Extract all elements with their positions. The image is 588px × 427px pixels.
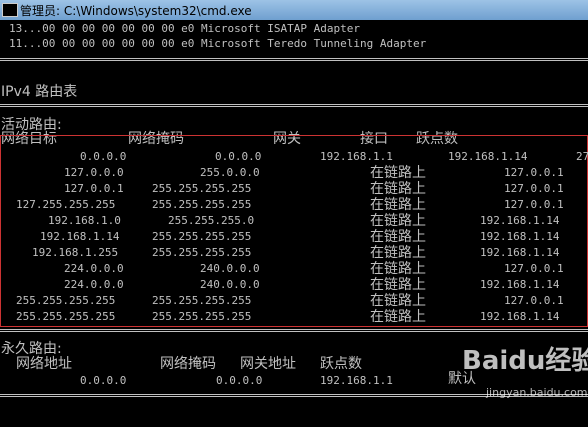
route-interface: 127.0.0.1 xyxy=(504,262,564,275)
route-interface: 192.168.1.14 xyxy=(480,278,560,291)
route-interface: 127.0.0.1 xyxy=(504,294,564,307)
separator xyxy=(0,104,588,107)
route-dest: 0.0.0.0 xyxy=(80,150,127,163)
route-mask: 255.255.255.255 xyxy=(152,230,252,243)
route-mask: 255.255.255.255 xyxy=(152,182,252,195)
route-interface: 192.168.1.14 xyxy=(480,310,560,323)
route-interface: 127.0.0.1 xyxy=(504,166,564,179)
route-dest: 224.0.0.0 xyxy=(64,278,124,291)
baidu-jingyan-logo: Baidu经验 xyxy=(462,346,588,376)
route-interface: 192.168.1.14 xyxy=(480,246,560,259)
persist-header-metric: 跃点数 xyxy=(320,356,362,372)
route-mask: 255.255.255.255 xyxy=(152,198,252,211)
separator xyxy=(0,329,588,332)
route-mask: 255.255.255.255 xyxy=(152,294,252,307)
persist-addr: 0.0.0.0 xyxy=(80,374,127,387)
route-gateway: 在链路上 xyxy=(370,293,426,309)
persist-header-gateway: 网关地址 xyxy=(240,356,296,372)
route-mask: 0.0.0.0 xyxy=(215,150,262,163)
route-metric: 27 xyxy=(576,150,588,163)
watermark-url: jingyan.baidu.com xyxy=(486,386,588,399)
route-gateway: 在链路上 xyxy=(370,245,426,261)
route-dest: 127.0.0.1 xyxy=(64,182,124,195)
route-gateway: 在链路上 xyxy=(370,309,426,325)
route-gateway: 在链路上 xyxy=(370,181,426,197)
title-bar[interactable]: 管理员: C:\Windows\system32\cmd.exe xyxy=(0,0,588,20)
route-gateway: 192.168.1.1 xyxy=(320,150,393,163)
cmd-icon xyxy=(2,3,18,17)
active-routes-title: 活动路由: xyxy=(1,117,62,133)
route-dest: 127.0.0.0 xyxy=(64,166,124,179)
route-dest: 192.168.1.14 xyxy=(40,230,120,243)
route-gateway: 在链路上 xyxy=(370,261,426,277)
route-mask: 255.255.255.255 xyxy=(152,310,252,323)
route-dest: 192.168.1.0 xyxy=(48,214,121,227)
route-dest: 224.0.0.0 xyxy=(64,262,124,275)
route-dest: 192.168.1.255 xyxy=(32,246,119,259)
route-gateway: 在链路上 xyxy=(370,277,426,293)
interface-line: 11...00 00 00 00 00 00 00 e0 Microsoft T… xyxy=(9,37,427,50)
route-gateway: 在链路上 xyxy=(370,197,426,213)
route-mask: 255.255.255.0 xyxy=(168,214,255,227)
route-mask: 240.0.0.0 xyxy=(200,262,260,275)
route-dest: 255.255.255.255 xyxy=(16,294,116,307)
route-interface: 192.168.1.14 xyxy=(480,214,560,227)
ipv4-route-table-title: IPv4 路由表 xyxy=(1,84,78,100)
route-gateway: 在链路上 xyxy=(370,165,426,181)
baidu-watermark: Baidu经验 jingyan.baidu.com xyxy=(462,340,588,406)
route-dest: 255.255.255.255 xyxy=(16,310,116,323)
interface-line: 13...00 00 00 00 00 00 00 e0 Microsoft I… xyxy=(9,22,360,35)
separator xyxy=(0,58,588,61)
route-gateway: 在链路上 xyxy=(370,213,426,229)
route-gateway: 在链路上 xyxy=(370,229,426,245)
persist-header-addr: 网络地址 xyxy=(16,356,72,372)
route-mask: 255.0.0.0 xyxy=(200,166,260,179)
persist-gateway: 192.168.1.1 xyxy=(320,374,393,387)
route-interface: 127.0.0.1 xyxy=(504,182,564,195)
route-mask: 255.255.255.255 xyxy=(152,246,252,259)
route-interface: 192.168.1.14 xyxy=(480,230,560,243)
persistent-routes-title: 永久路由: xyxy=(1,341,62,357)
route-mask: 240.0.0.0 xyxy=(200,278,260,291)
window-title: 管理员: C:\Windows\system32\cmd.exe xyxy=(20,4,252,18)
route-interface: 127.0.0.1 xyxy=(504,198,564,211)
route-interface: 192.168.1.14 xyxy=(448,150,528,163)
persist-header-mask: 网络掩码 xyxy=(160,356,216,372)
route-dest: 127.255.255.255 xyxy=(16,198,116,211)
persist-mask: 0.0.0.0 xyxy=(216,374,263,387)
